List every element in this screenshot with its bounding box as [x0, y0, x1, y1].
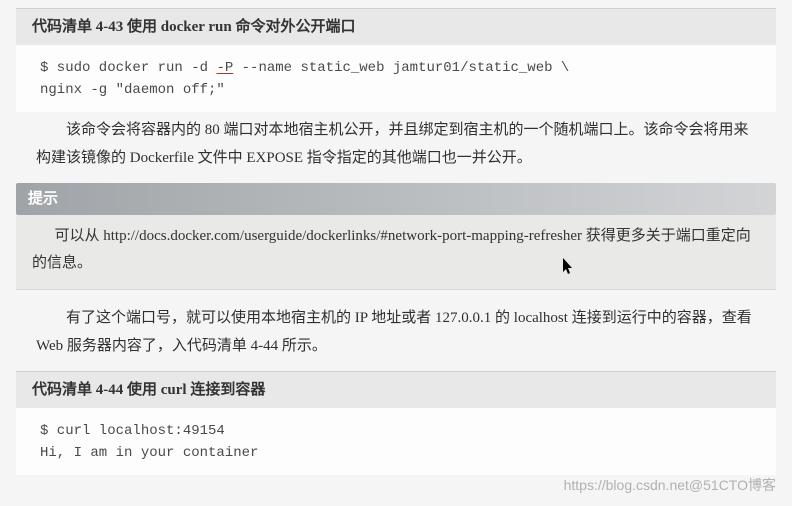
- tip-body: 可以从 http://docs.docker.com/userguide/doc…: [16, 215, 776, 290]
- listing-444-code: $ curl localhost:49154 Hi, I am in your …: [16, 408, 776, 475]
- tip-body-pre: 可以从: [55, 228, 104, 244]
- paragraph-1: 该命令会将容器内的 80 端口对本地宿主机公开，并且绑定到宿主机的一个随机端口上…: [16, 112, 776, 183]
- code-444-line2: Hi, I am in your container: [40, 445, 258, 461]
- listing-444-header-text: 代码清单 4-44 使用 curl 连接到容器: [32, 382, 265, 398]
- code-443-line1-pre: $ sudo docker run -d: [40, 60, 216, 76]
- code-443-line1-post: --name static_web jamtur01/static_web \: [233, 60, 569, 76]
- tip-label-text: 提示: [28, 191, 58, 207]
- paragraph-1-text: 该命令会将容器内的 80 端口对本地宿主机公开，并且绑定到宿主机的一个随机端口上…: [36, 122, 749, 167]
- mouse-cursor-icon: [540, 258, 575, 286]
- listing-443-header-text: 代码清单 4-43 使用 docker run 命令对外公开端口: [32, 19, 355, 35]
- code-443-flag-P: -P: [216, 60, 233, 76]
- code-443-line2: nginx -g "daemon off;": [40, 82, 225, 98]
- listing-444-header: 代码清单 4-44 使用 curl 连接到容器: [16, 371, 776, 408]
- listing-443-header: 代码清单 4-43 使用 docker run 命令对外公开端口: [16, 8, 776, 45]
- code-444-line1: $ curl localhost:49154: [40, 423, 225, 439]
- tip-link[interactable]: http://docs.docker.com/userguide/dockerl…: [103, 228, 582, 244]
- paragraph-2-text: 有了这个端口号，就可以使用本地宿主机的 IP 地址或者 127.0.0.1 的 …: [36, 310, 752, 355]
- listing-443-code: $ sudo docker run -d -P --name static_we…: [16, 45, 776, 112]
- paragraph-2: 有了这个端口号，就可以使用本地宿主机的 IP 地址或者 127.0.0.1 的 …: [16, 290, 776, 371]
- tip-label-bar: 提示: [16, 183, 776, 215]
- watermark-text: https://blog.csdn.net@51CTO博客: [564, 474, 776, 496]
- watermark-label: https://blog.csdn.net@51CTO博客: [564, 477, 776, 493]
